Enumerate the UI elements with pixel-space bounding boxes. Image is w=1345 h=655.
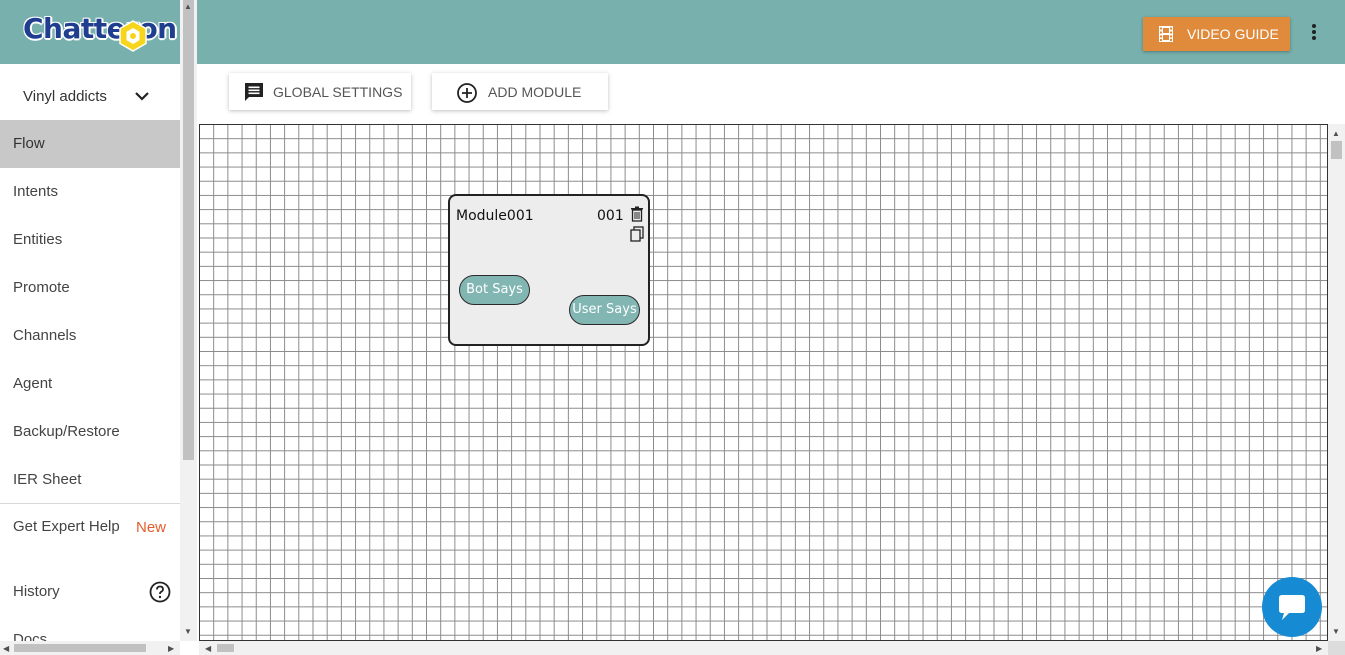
project-selector[interactable]: Vinyl addicts xyxy=(0,72,180,120)
global-settings-label: GLOBAL SETTINGS xyxy=(273,84,403,100)
module-title: Module001 xyxy=(456,208,534,224)
canvas-vertical-scrollbar[interactable] xyxy=(1328,124,1345,641)
sidebar-vertical-scroll-thumb[interactable] xyxy=(183,0,194,460)
canvas-horizontal-scroll-thumb[interactable] xyxy=(217,644,234,652)
sidebar-item-expert-help[interactable]: Get Expert Help xyxy=(13,519,123,535)
scroll-up-arrow-icon[interactable]: ▲ xyxy=(184,2,192,11)
scroll-right-arrow-icon[interactable]: ▶ xyxy=(168,644,174,653)
canvas-scroll-down-arrow-icon[interactable]: ▼ xyxy=(1332,627,1340,636)
canvas-scroll-left-arrow-icon[interactable]: ◀ xyxy=(205,644,211,653)
scroll-left-arrow-icon[interactable]: ◀ xyxy=(3,644,9,653)
logo-hexagon-icon xyxy=(119,20,147,52)
copy-icon[interactable] xyxy=(630,226,644,242)
add-module-label: ADD MODULE xyxy=(488,84,582,100)
sidebar-horizontal-scroll-thumb[interactable] xyxy=(14,644,146,652)
new-badge: New xyxy=(136,519,167,536)
module-card[interactable]: Module001 001 Bot Says User Says xyxy=(448,194,650,346)
sidebar-item-channels[interactable]: Channels xyxy=(0,312,180,360)
canvas-vertical-scroll-thumb[interactable] xyxy=(1331,141,1342,159)
add-module-button[interactable]: ADD MODULE xyxy=(432,73,608,110)
chat-widget-button[interactable] xyxy=(1262,577,1322,637)
sidebar-nav: Flow Intents Entities Promote Channels A… xyxy=(0,120,180,504)
help-icon[interactable] xyxy=(149,581,171,603)
scroll-corner xyxy=(1328,641,1345,655)
user-says-node[interactable]: User Says xyxy=(569,295,640,325)
flow-canvas[interactable] xyxy=(199,124,1328,641)
sidebar-item-history[interactable]: History xyxy=(13,583,60,600)
video-guide-label: VIDEO GUIDE xyxy=(1187,26,1279,42)
sidebar: Chatteron Vinyl addicts Flow Intents Ent… xyxy=(0,0,197,655)
global-settings-button[interactable]: GLOBAL SETTINGS xyxy=(229,73,411,110)
divider xyxy=(0,503,180,504)
canvas-scroll-right-arrow-icon[interactable]: ▶ xyxy=(1316,644,1322,653)
project-name: Vinyl addicts xyxy=(23,88,107,105)
canvas-horizontal-scrollbar[interactable] xyxy=(199,641,1328,655)
sidebar-item-backup-restore[interactable]: Backup/Restore xyxy=(0,408,180,456)
sidebar-item-promote[interactable]: Promote xyxy=(0,264,180,312)
trash-icon[interactable] xyxy=(630,206,644,222)
more-vert-icon[interactable] xyxy=(1307,22,1321,42)
sidebar-item-ier-sheet[interactable]: IER Sheet xyxy=(0,456,180,504)
module-id: 001 xyxy=(597,208,624,224)
sidebar-item-agent[interactable]: Agent xyxy=(0,360,180,408)
video-guide-button[interactable]: VIDEO GUIDE xyxy=(1143,17,1290,51)
chevron-down-icon xyxy=(135,92,149,101)
film-icon xyxy=(1159,26,1173,42)
bot-says-node[interactable]: Bot Says xyxy=(459,275,530,305)
comment-icon xyxy=(245,83,263,101)
sidebar-item-intents[interactable]: Intents xyxy=(0,168,180,216)
sidebar-item-entities[interactable]: Entities xyxy=(0,216,180,264)
logo[interactable]: Chatteron xyxy=(0,0,180,64)
chat-bubble-icon xyxy=(1279,595,1305,620)
add-circle-icon xyxy=(457,83,477,103)
sidebar-item-flow[interactable]: Flow xyxy=(0,120,180,168)
canvas-scroll-up-arrow-icon[interactable]: ▲ xyxy=(1332,129,1340,138)
logo-text: Chatteron xyxy=(23,12,177,45)
scroll-down-arrow-icon[interactable]: ▼ xyxy=(184,627,192,636)
